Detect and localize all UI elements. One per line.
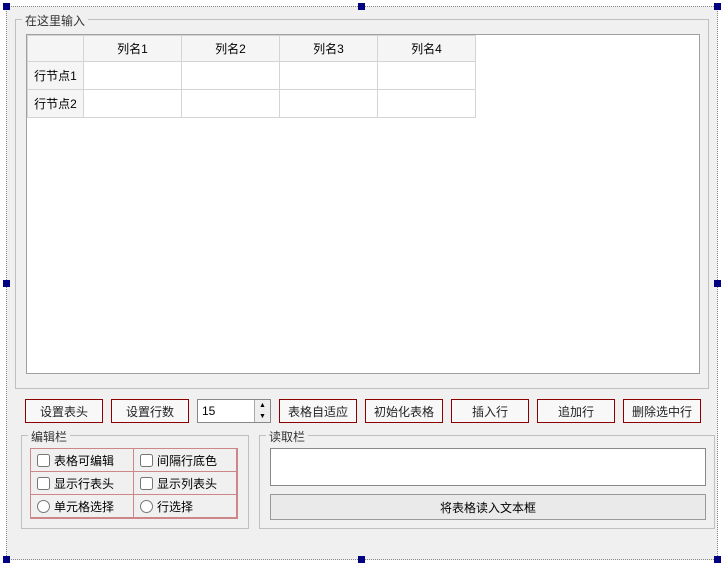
checkbox-icon[interactable] [37, 477, 50, 490]
row-count-spinner[interactable]: ▲ ▼ [197, 399, 271, 423]
read-to-textbox-button[interactable]: 将表格读入文本框 [270, 494, 706, 520]
show-col-header-checkbox[interactable]: 显示列表头 [133, 471, 237, 495]
show-row-header-checkbox[interactable]: 显示行表头 [30, 471, 134, 495]
radio-icon[interactable] [140, 500, 153, 513]
data-table[interactable]: 列名1 列名2 列名3 列名4 行节点1 行节点2 [27, 35, 476, 118]
edit-groupbox-title: 编辑栏 [28, 428, 70, 445]
toolbar: 设置表头 设置行数 ▲ ▼ 表格自适应 初始化表格 插入行 追加行 删除选中行 [25, 399, 701, 423]
col-header[interactable]: 列名3 [280, 36, 378, 62]
radio-icon[interactable] [37, 500, 50, 513]
row-header[interactable]: 行节点1 [28, 62, 84, 90]
set-rows-button[interactable]: 设置行数 [111, 399, 189, 423]
init-table-button[interactable]: 初始化表格 [365, 399, 443, 423]
table-groupbox-title: 在这里输入 [22, 12, 88, 29]
col-header[interactable]: 列名2 [182, 36, 280, 62]
read-groupbox: 读取栏 将表格读入文本框 [259, 435, 715, 529]
table-row[interactable]: 行节点1 [28, 62, 476, 90]
table-cell[interactable] [84, 62, 182, 90]
output-textbox[interactable] [270, 448, 706, 486]
col-header[interactable]: 列名4 [378, 36, 476, 62]
table-cell[interactable] [84, 90, 182, 118]
edit-options: 表格可编辑 间隔行底色 显示行表头 显示列表头 单元格选择 行选择 [30, 448, 238, 519]
col-header[interactable]: 列名1 [84, 36, 182, 62]
row-select-radio[interactable]: 行选择 [133, 494, 237, 518]
table-container[interactable]: 列名1 列名2 列名3 列名4 行节点1 行节点2 [26, 34, 700, 374]
cell-select-radio[interactable]: 单元格选择 [30, 494, 134, 518]
table-cell[interactable] [378, 90, 476, 118]
table-cell[interactable] [182, 90, 280, 118]
table-cell[interactable] [182, 62, 280, 90]
checkbox-icon[interactable] [140, 477, 153, 490]
designer-canvas: 在这里输入 列名1 列名2 列名3 列名4 行节点1 行 [6, 6, 718, 560]
table-groupbox: 在这里输入 列名1 列名2 列名3 列名4 行节点1 行 [15, 19, 709, 389]
checkbox-icon[interactable] [140, 454, 153, 467]
insert-row-button[interactable]: 插入行 [451, 399, 529, 423]
append-row-button[interactable]: 追加行 [537, 399, 615, 423]
delete-row-button[interactable]: 删除选中行 [623, 399, 701, 423]
spin-down-icon[interactable]: ▼ [255, 411, 270, 422]
table-cell[interactable] [378, 62, 476, 90]
editable-checkbox[interactable]: 表格可编辑 [30, 448, 134, 472]
table-cell[interactable] [280, 90, 378, 118]
altbg-checkbox[interactable]: 间隔行底色 [133, 448, 237, 472]
checkbox-icon[interactable] [37, 454, 50, 467]
set-header-button[interactable]: 设置表头 [25, 399, 103, 423]
table-row[interactable]: 行节点2 [28, 90, 476, 118]
edit-groupbox: 编辑栏 表格可编辑 间隔行底色 显示行表头 显示列表头 单元格选择 行选择 [21, 435, 249, 529]
row-header[interactable]: 行节点2 [28, 90, 84, 118]
row-count-input[interactable] [198, 400, 254, 422]
autosize-button[interactable]: 表格自适应 [279, 399, 357, 423]
spin-up-icon[interactable]: ▲ [255, 400, 270, 411]
table-corner [28, 36, 84, 62]
read-groupbox-title: 读取栏 [266, 428, 308, 445]
table-cell[interactable] [280, 62, 378, 90]
